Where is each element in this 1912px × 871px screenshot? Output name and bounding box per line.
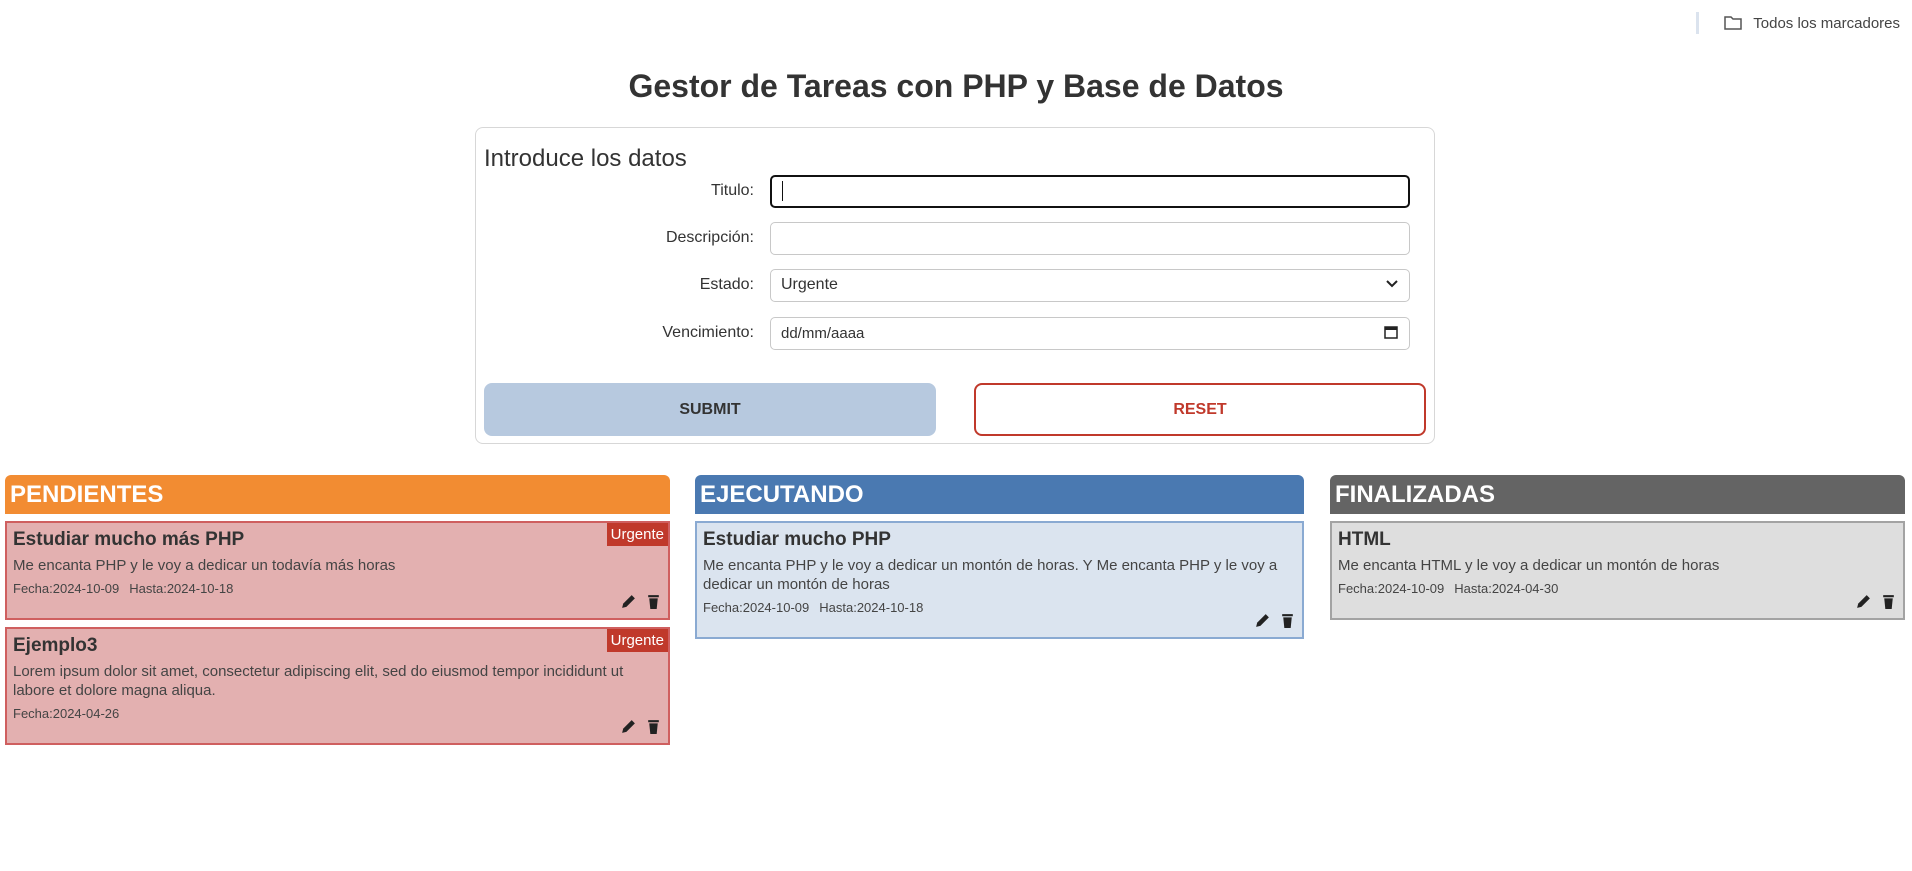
estado-select[interactable]: Urgente bbox=[770, 268, 1410, 302]
column-finalizadas: FINALIZADAS HTML Me encanta HTML y le vo… bbox=[1330, 475, 1905, 620]
task-fecha: Fecha:2024-10-09 bbox=[13, 581, 120, 596]
task-hasta: Hasta:2024-10-18 bbox=[819, 600, 924, 615]
folder-icon bbox=[1724, 16, 1743, 30]
task-hasta: Hasta:2024-04-30 bbox=[1454, 581, 1559, 596]
edit-pencil-icon[interactable] bbox=[1855, 593, 1872, 610]
column-header-pendientes: PENDIENTES bbox=[5, 475, 670, 514]
task-fecha: Fecha:2024-10-09 bbox=[1338, 581, 1445, 596]
task-description: Me encanta PHP y le voy a dedicar un mon… bbox=[703, 557, 1278, 593]
task-actions bbox=[1855, 593, 1897, 610]
task-title: Ejemplo3 bbox=[13, 635, 98, 656]
task-description: Lorem ipsum dolor sit amet, consectetur … bbox=[13, 663, 624, 699]
submit-button[interactable]: SUBMIT bbox=[484, 383, 936, 436]
edit-pencil-icon[interactable] bbox=[1254, 612, 1271, 629]
column-header-finalizadas: FINALIZADAS bbox=[1330, 475, 1905, 514]
task-title: HTML bbox=[1338, 529, 1391, 550]
trash-icon[interactable] bbox=[645, 718, 662, 735]
titulo-label: Titulo: bbox=[711, 182, 754, 199]
trash-icon[interactable] bbox=[1880, 593, 1897, 610]
task-actions bbox=[1254, 612, 1296, 629]
task-description: Me encanta PHP y le voy a dedicar un tod… bbox=[13, 557, 396, 574]
task-hasta: Hasta:2024-10-18 bbox=[129, 581, 234, 596]
task-fecha: Fecha:2024-04-26 bbox=[13, 706, 120, 721]
all-bookmarks-link[interactable]: Todos los marcadores bbox=[1753, 15, 1900, 32]
chevron-down-icon bbox=[1385, 276, 1399, 293]
edit-pencil-icon[interactable] bbox=[620, 593, 637, 610]
estado-label: Estado: bbox=[699, 276, 754, 293]
task-card: Urgente Estudiar mucho más PHP Me encant… bbox=[5, 521, 670, 620]
estado-row: Estado: Urgente bbox=[476, 268, 1436, 302]
task-dates: Fecha:2024-04-26 bbox=[13, 706, 662, 721]
task-actions bbox=[620, 593, 662, 610]
task-dates: Fecha:2024-10-09 Hasta:2024-04-30 bbox=[1338, 581, 1897, 596]
edit-pencil-icon[interactable] bbox=[620, 718, 637, 735]
column-pendientes: PENDIENTES Urgente Estudiar mucho más PH… bbox=[5, 475, 670, 745]
task-title: Estudiar mucho más PHP bbox=[13, 529, 245, 550]
urgent-badge: Urgente bbox=[606, 629, 668, 652]
column-header-ejecutando: EJECUTANDO bbox=[695, 475, 1304, 514]
vencimiento-date-input[interactable]: dd/mm/aaaa bbox=[770, 316, 1410, 350]
vencimiento-label: Vencimiento: bbox=[662, 324, 754, 341]
titulo-row: Titulo: bbox=[476, 174, 1436, 208]
bookmarks-separator bbox=[1696, 12, 1700, 34]
descripcion-row: Descripción: bbox=[476, 221, 1436, 255]
vencimiento-placeholder: dd/mm/aaaa bbox=[781, 324, 865, 342]
titulo-input[interactable] bbox=[770, 174, 1410, 208]
task-dates: Fecha:2024-10-09 Hasta:2024-10-18 bbox=[13, 581, 662, 596]
calendar-icon[interactable] bbox=[1383, 324, 1399, 345]
urgent-badge: Urgente bbox=[606, 523, 668, 546]
bookmarks-bar: Todos los marcadores bbox=[1696, 12, 1900, 34]
text-caret bbox=[782, 181, 783, 201]
page-title: Gestor de Tareas con PHP y Base de Datos bbox=[628, 68, 1284, 104]
reset-button[interactable]: RESET bbox=[974, 383, 1426, 436]
descripcion-label: Descripción: bbox=[665, 229, 754, 246]
task-actions bbox=[620, 718, 662, 735]
task-title: Estudiar mucho PHP bbox=[703, 529, 891, 550]
form-heading: Introduce los datos bbox=[484, 145, 687, 172]
task-dates: Fecha:2024-10-09 Hasta:2024-10-18 bbox=[703, 600, 1296, 615]
task-description: Me encanta HTML y le voy a dedicar un mo… bbox=[1338, 557, 1720, 574]
trash-icon[interactable] bbox=[645, 593, 662, 610]
task-fecha: Fecha:2024-10-09 bbox=[703, 600, 810, 615]
task-card: Urgente Ejemplo3 Lorem ipsum dolor sit a… bbox=[5, 627, 670, 745]
column-ejecutando: EJECUTANDO Estudiar mucho PHP Me encanta… bbox=[695, 475, 1304, 639]
task-card: HTML Me encanta HTML y le voy a dedicar … bbox=[1330, 521, 1905, 620]
descripcion-input[interactable] bbox=[770, 221, 1410, 255]
trash-icon[interactable] bbox=[1279, 612, 1296, 629]
vencimiento-row: Vencimiento: dd/mm/aaaa bbox=[476, 316, 1436, 350]
estado-selected-value: Urgente bbox=[781, 276, 838, 293]
task-card: Estudiar mucho PHP Me encanta PHP y le v… bbox=[695, 521, 1304, 639]
